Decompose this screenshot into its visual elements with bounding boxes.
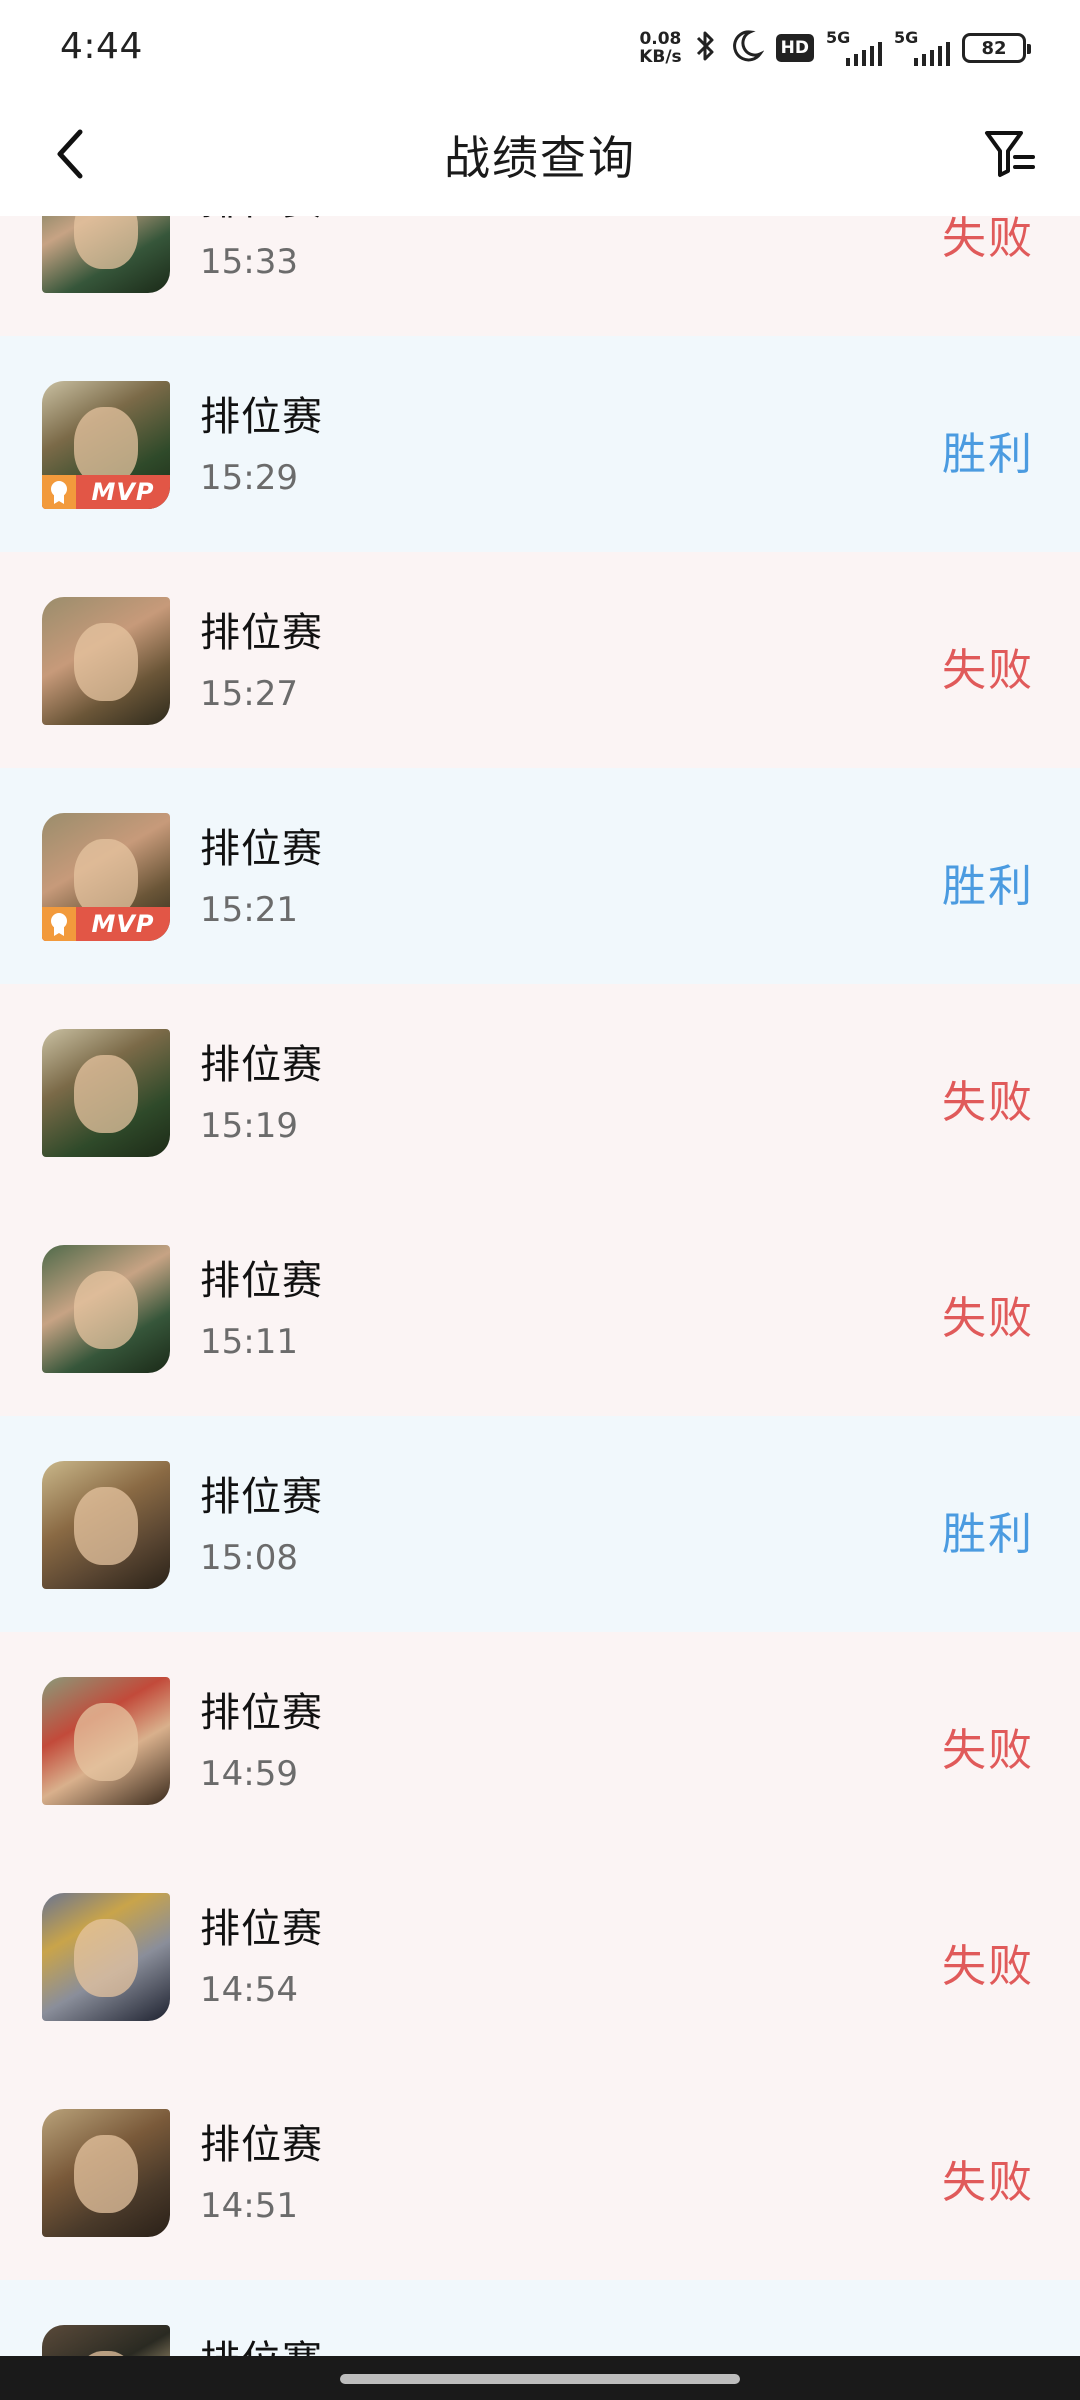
match-record-row[interactable]: 排位赛 14:54 失败	[0, 1848, 1080, 2064]
match-mode: 排位赛	[200, 610, 323, 656]
match-mode: 排位赛	[200, 2328, 323, 2356]
match-result: 失败	[942, 645, 1034, 696]
match-record-list[interactable]: 排位赛 15:33 失败 MVP 排位赛 15:29 胜利 排位赛 15:27 …	[0, 216, 1080, 2356]
match-time: 15:27	[200, 674, 298, 714]
match-time: 15:11	[200, 1322, 298, 1362]
match-time: 15:29	[200, 458, 298, 498]
home-indicator[interactable]	[340, 2374, 740, 2384]
hero-portrait	[74, 2135, 138, 2213]
hero-avatar: MVP	[42, 381, 170, 509]
hd-voice-icon: HD	[775, 34, 814, 62]
match-mode: 排位赛	[200, 1042, 323, 1088]
match-result: 失败	[942, 1293, 1034, 1344]
hero-portrait	[74, 216, 138, 269]
hero-avatar	[42, 2325, 170, 2356]
hero-avatar	[42, 1245, 170, 1373]
network-speed-value: 0.08	[639, 29, 682, 49]
match-mode: 排位赛	[200, 1906, 323, 1952]
match-result: 胜利	[942, 861, 1034, 912]
hero-avatar	[42, 1029, 170, 1157]
hero-portrait	[74, 1271, 138, 1349]
medal-icon	[42, 475, 76, 509]
mvp-badge: MVP	[42, 475, 170, 509]
hero-avatar	[42, 1461, 170, 1589]
match-result: 失败	[942, 1077, 1034, 1128]
match-result: 失败	[942, 216, 1034, 264]
match-time: 14:59	[200, 1754, 298, 1794]
match-record-row[interactable]: 排位赛 15:27 失败	[0, 552, 1080, 768]
screen: 4:44 0.08 KB/s HD 5G 5G 82 战绩查询 15:33 失败…	[0, 0, 1080, 2400]
match-result: 失败	[942, 1941, 1034, 1992]
match-record-row[interactable]: 排位赛 15:19 失败	[0, 984, 1080, 1200]
match-result: 胜利	[942, 429, 1034, 480]
hero-portrait	[74, 1055, 138, 1133]
status-icons: 0.08 KB/s HD 5G 5G 82	[639, 26, 1031, 70]
match-record-row[interactable]: 排位赛 15:08 胜利	[0, 1416, 1080, 1632]
match-time: 15:21	[200, 890, 298, 930]
do-not-disturb-moon-icon	[730, 28, 765, 68]
hero-avatar	[42, 2109, 170, 2237]
match-time: 15:33	[200, 242, 298, 282]
match-time: 15:08	[200, 1538, 298, 1578]
match-result: 失败	[942, 2157, 1034, 2208]
status-bar: 4:44 0.08 KB/s HD 5G 5G 82	[0, 0, 1080, 96]
page-title: 战绩查询	[444, 131, 636, 185]
mvp-label: MVP	[91, 478, 155, 506]
match-record-row[interactable]: 排位赛 14:59 失败	[0, 1632, 1080, 1848]
match-mode: 排位赛	[200, 1474, 323, 1520]
match-time: 14:54	[200, 1970, 298, 2010]
system-navigation-bar	[0, 2356, 1080, 2400]
hero-avatar	[42, 216, 170, 293]
match-time: 15:19	[200, 1106, 298, 1146]
match-time: 14:51	[200, 2186, 298, 2226]
match-mode: 排位赛	[200, 216, 323, 226]
match-mode: 排位赛	[200, 1690, 323, 1736]
hero-portrait	[74, 407, 138, 485]
match-mode: 排位赛	[200, 1258, 323, 1304]
hero-avatar	[42, 1893, 170, 2021]
hero-avatar	[42, 597, 170, 725]
match-mode: 排位赛	[200, 394, 323, 440]
match-record-row[interactable]: 排位赛 14:51 失败	[0, 2064, 1080, 2280]
hero-portrait	[74, 623, 138, 701]
match-result: 胜利	[942, 1509, 1034, 1560]
match-record-row[interactable]: MVP 排位赛 15:21 胜利	[0, 768, 1080, 984]
match-mode: 排位赛	[200, 2122, 323, 2168]
filter-button[interactable]	[978, 124, 1042, 188]
match-record-row[interactable]: MVP 排位赛 15:29 胜利	[0, 336, 1080, 552]
match-record-row[interactable]: 排位赛 15:33 失败	[0, 216, 1080, 336]
network-speed-unit: KB/s	[639, 47, 682, 67]
match-result: 失败	[942, 1725, 1034, 1776]
hero-portrait	[74, 839, 138, 917]
hero-portrait	[74, 1487, 138, 1565]
signal-icon: 5G	[894, 28, 950, 68]
match-record-row[interactable]: 排位赛 胜利	[0, 2280, 1080, 2356]
app-header: 战绩查询	[0, 96, 1080, 216]
match-mode: 排位赛	[200, 826, 323, 872]
mvp-label: MVP	[91, 910, 155, 938]
mvp-badge: MVP	[42, 907, 170, 941]
hero-avatar	[42, 1677, 170, 1805]
hero-portrait	[74, 1919, 138, 1997]
status-time: 4:44	[60, 26, 143, 67]
bluetooth-icon	[694, 28, 718, 68]
signal-icon: 5G	[826, 28, 882, 68]
hero-portrait	[74, 1703, 138, 1781]
match-record-row[interactable]: 排位赛 15:11 失败	[0, 1200, 1080, 1416]
match-record-list-inner: 排位赛 15:33 失败 MVP 排位赛 15:29 胜利 排位赛 15:27 …	[0, 216, 1080, 2356]
filter-icon	[983, 127, 1037, 185]
hero-avatar: MVP	[42, 813, 170, 941]
medal-icon	[42, 907, 76, 941]
battery-level: 82	[981, 37, 1007, 59]
network-speed: 0.08 KB/s	[639, 30, 681, 66]
battery-icon: 82	[962, 33, 1031, 63]
